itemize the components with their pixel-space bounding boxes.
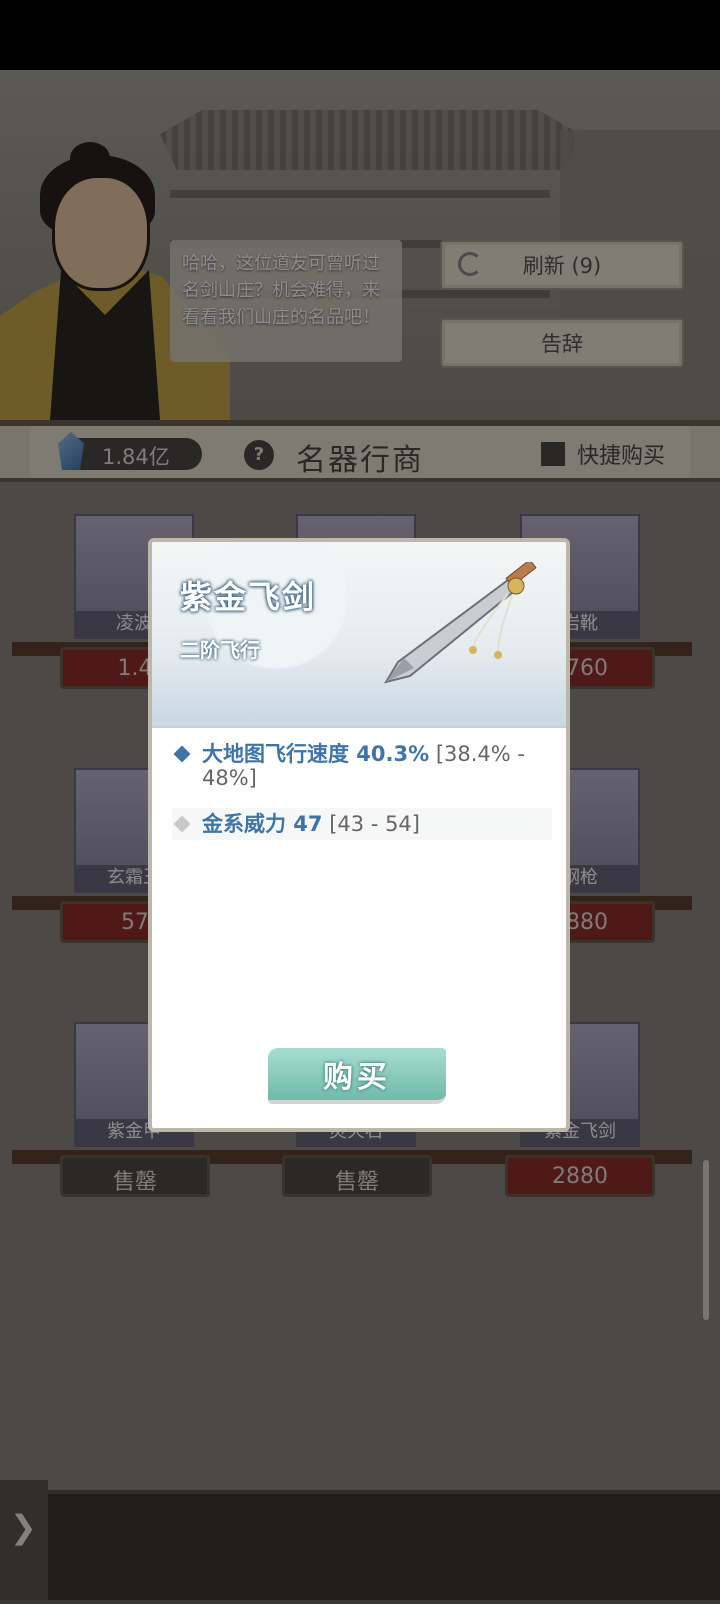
item-detail-header: 紫金飞剑 二阶飞行 — [152, 542, 566, 726]
item-grade: 二阶飞行 — [180, 638, 260, 662]
item-stats-list: 大地图飞行速度 40.3% [38.4% - 48%] 金系威力 47 [43 … — [172, 742, 552, 858]
game-screen: 哈哈，这位道友可曾听过名剑山庄？机会难得，来看看我们山庄的名品吧！ 刷新 (9)… — [0, 0, 720, 1604]
diamond-bullet-icon — [173, 815, 191, 833]
stat-row: 大地图飞行速度 40.3% [38.4% - 48%] — [172, 742, 552, 790]
flying-sword-icon — [383, 562, 537, 684]
stat-value: 金系威力 47 — [202, 812, 323, 836]
stat-range: [43 - 54] — [322, 812, 420, 836]
item-detail-dialog: 紫金飞剑 二阶飞行 大地图飞行速度 40.3% [38.4% - 48%] 金系… — [148, 538, 570, 1132]
status-bar — [0, 0, 720, 70]
diamond-bullet-icon — [173, 745, 191, 763]
divider — [152, 726, 566, 728]
buy-button[interactable]: 购买 — [268, 1048, 446, 1104]
stat-value: 大地图飞行速度 40.3% — [202, 742, 430, 766]
item-title: 紫金飞剑 — [180, 578, 317, 616]
buy-label: 购买 — [323, 1060, 391, 1095]
stat-row: 金系威力 47 [43 - 54] — [172, 808, 552, 840]
